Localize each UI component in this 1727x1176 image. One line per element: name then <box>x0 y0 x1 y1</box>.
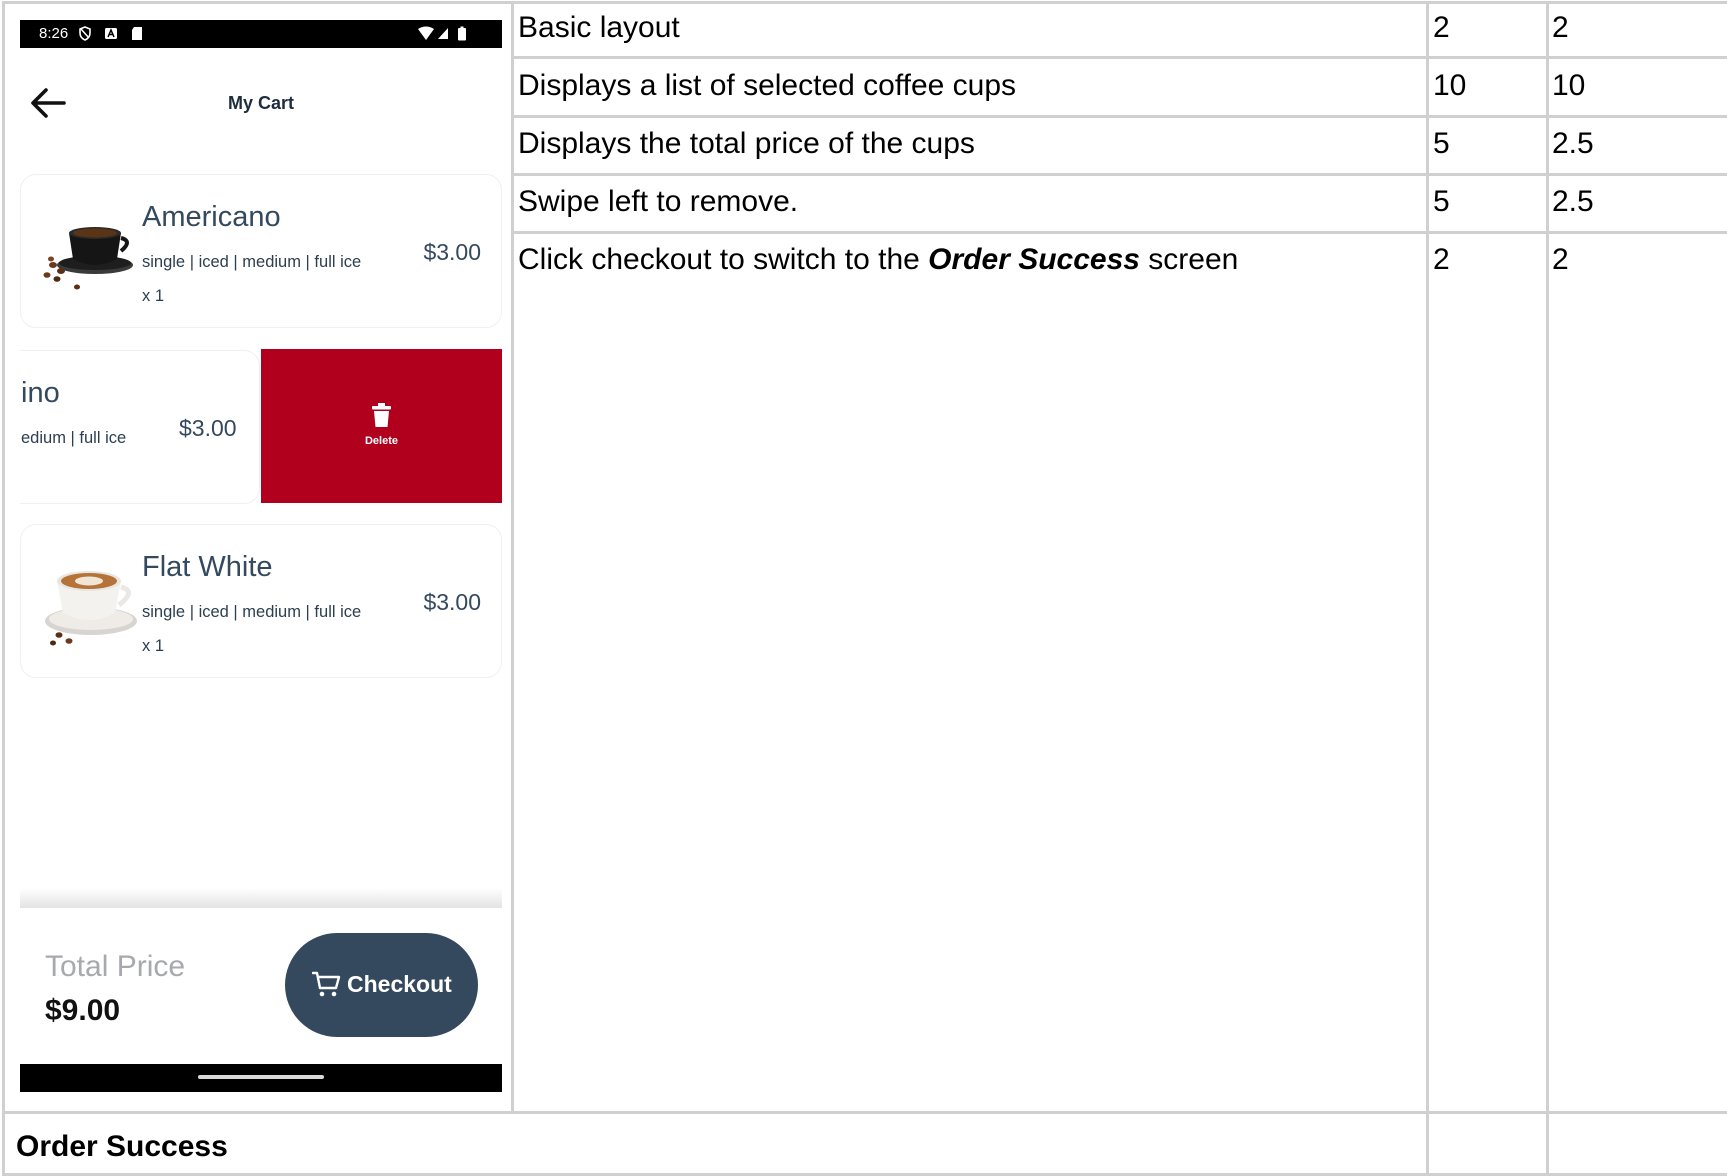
trash-icon <box>372 403 391 427</box>
cart-item[interactable]: Americano single | iced | medium | full … <box>20 174 502 328</box>
rubric-max-points: 10 <box>1433 69 1467 102</box>
item-name: Americano <box>142 201 281 233</box>
row-divider <box>511 115 1727 118</box>
item-price: $3.00 <box>179 415 237 441</box>
sd-card-icon <box>132 27 142 40</box>
criterion-emphasis: Order Success <box>928 243 1140 276</box>
table-divider-max <box>1426 2 1429 1176</box>
battery-icon <box>458 26 466 41</box>
rubric-awarded: 2 <box>1552 11 1569 44</box>
row-divider <box>2 1111 1727 1114</box>
delete-label: Delete <box>364 435 399 447</box>
rubric-awarded: 10 <box>1552 69 1586 102</box>
item-price: $3.00 <box>423 239 481 265</box>
table-border-top <box>2 1 1727 4</box>
rubric-awarded: 2.5 <box>1552 127 1594 160</box>
item-options: single | iced | medium | full ice <box>142 253 362 271</box>
rubric-criterion: Swipe left to remove. <box>518 185 799 218</box>
item-price: $3.00 <box>423 589 481 615</box>
total-price-value: $9.00 <box>45 994 121 1027</box>
rubric-max-points: 2 <box>1433 243 1450 276</box>
item-name: Flat White <box>142 551 273 583</box>
row-divider <box>511 231 1727 234</box>
criterion-suffix: screen <box>1139 243 1239 276</box>
page-title: My Cart <box>227 93 294 113</box>
phone-screenshot: 8:26 My Cart Americano single | iced | m… <box>20 20 502 1092</box>
row-divider <box>511 173 1727 176</box>
wifi-icon <box>418 26 434 40</box>
total-price-label: Total Price <box>45 950 186 983</box>
rubric-max-points: 5 <box>1433 127 1450 160</box>
rubric-criterion: Click checkout to switch to the Order Su… <box>518 245 1238 275</box>
item-options: edium | full ice <box>21 429 127 447</box>
rubric-criterion: Displays a list of selected coffee cups <box>518 69 1017 102</box>
bottom-divider <box>20 888 502 908</box>
signal-icon <box>438 28 448 39</box>
checkout-button[interactable]: Checkout <box>285 933 478 1037</box>
rubric-awarded: 2.5 <box>1552 185 1594 218</box>
table-divider-phone <box>511 2 514 1114</box>
item-quantity: x 1 <box>142 287 165 305</box>
coffee-cup-image <box>45 571 137 646</box>
item-quantity: x 1 <box>142 637 165 655</box>
table-border-left <box>2 2 5 1176</box>
table-divider-awarded <box>1546 2 1549 1176</box>
cart-item-swiped[interactable]: ino edium | full ice $3.00 <box>20 350 260 504</box>
section-title: Order Success <box>16 1130 228 1163</box>
cart-icon <box>312 971 341 997</box>
criterion-prefix: Click checkout to switch to the <box>518 243 929 276</box>
item-name: ino <box>21 377 60 409</box>
home-handle[interactable] <box>198 1075 324 1079</box>
row-divider <box>511 56 1727 59</box>
rubric-max-points: 2 <box>1433 11 1450 44</box>
shield-icon <box>79 26 91 41</box>
rubric-criterion: Basic layout <box>518 11 680 44</box>
status-bar: 8:26 <box>20 20 502 48</box>
cart-item[interactable]: Flat White single | iced | medium | full… <box>20 524 502 678</box>
checkout-label: Checkout <box>347 971 452 997</box>
rubric-max-points: 5 <box>1433 185 1450 218</box>
delete-button[interactable]: Delete <box>261 349 502 503</box>
item-options: single | iced | medium | full ice <box>142 603 362 621</box>
navigation-bar <box>20 1064 502 1092</box>
a-badge-icon <box>105 28 117 39</box>
rubric-criterion: Displays the total price of the cups <box>518 127 975 160</box>
rubric-awarded: 2 <box>1552 243 1569 276</box>
status-time: 8:26 <box>39 25 69 42</box>
coffee-cup-image <box>43 227 133 290</box>
